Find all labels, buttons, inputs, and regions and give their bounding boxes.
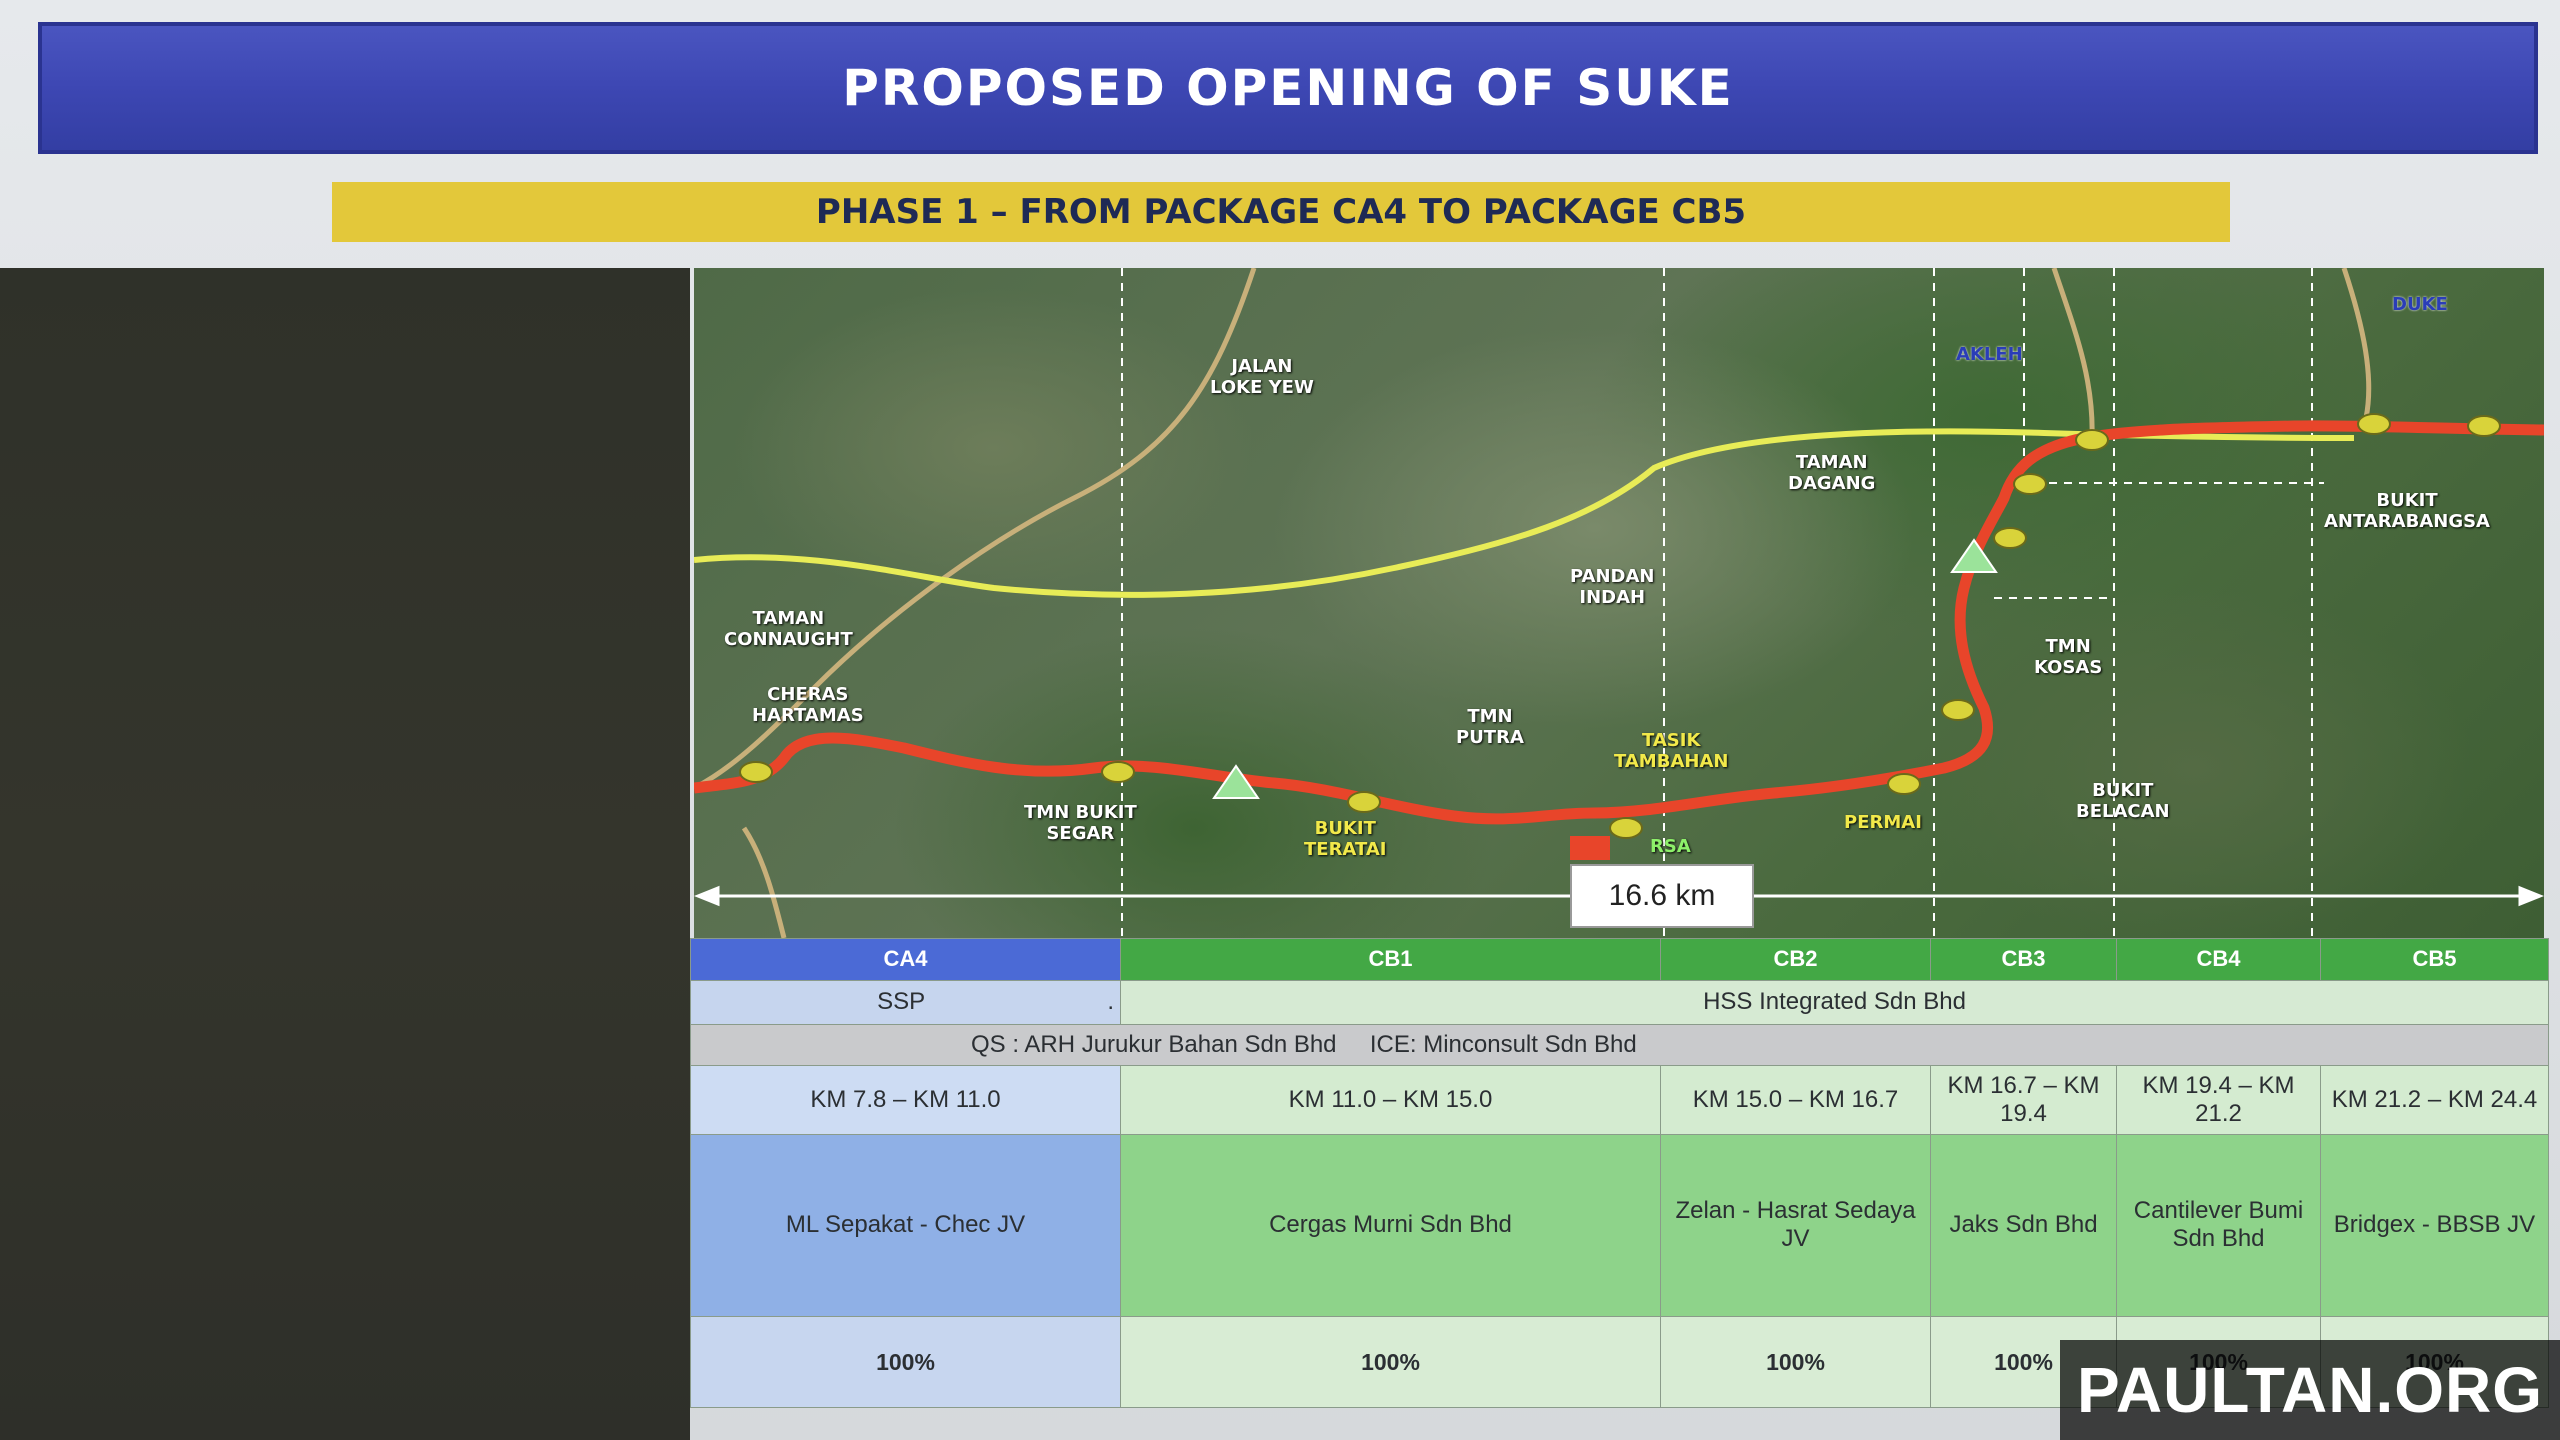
presentation-screen: PROPOSED OPENING OF SUKE PHASE 1 – FROM … xyxy=(0,0,2560,1440)
watermark: PAULTAN.ORG xyxy=(2060,1340,2560,1440)
header-row: CA4 CB1 CB2 CB3 CB4 CB5 xyxy=(690,938,2549,981)
boundary-line xyxy=(2023,268,2324,484)
road xyxy=(2341,268,2372,419)
interchange-marker xyxy=(2075,429,2109,451)
progress-cell: 100% xyxy=(1120,1316,1661,1408)
label-permai: PERMAI xyxy=(1844,812,1922,833)
left-dark-panel xyxy=(0,268,690,1440)
rsa-marker xyxy=(1570,836,1610,860)
label-bukit-teratai: BUKIT TERATAI xyxy=(1304,818,1387,860)
interchange-marker xyxy=(1993,527,2027,549)
contractor-cell: Cantilever Bumi Sdn Bhd xyxy=(2116,1133,2321,1318)
interchange-marker xyxy=(1101,761,1135,783)
qs-cell: QS : ARH Jurukur Bahan Sdn Bhd ICE: Minc… xyxy=(690,1023,2549,1067)
arrow-head-right xyxy=(2518,885,2544,907)
label-taman-connaught: TAMAN CONNAUGHT xyxy=(724,608,853,650)
km-cell: KM 16.7 – KM 19.4 xyxy=(1930,1065,2117,1135)
contractor-cell: Zelan - Hasrat Sedaya JV xyxy=(1660,1133,1931,1318)
slide-title: PROPOSED OPENING OF SUKE xyxy=(842,59,1734,117)
km-cell: KM 19.4 – KM 21.2 xyxy=(2116,1065,2321,1135)
contractor-row: ML Sepakat - Chec JV Cergas Murni Sdn Bh… xyxy=(690,1133,2549,1318)
interchange-marker xyxy=(1887,773,1921,795)
label-taman-dagang: TAMAN DAGANG xyxy=(1788,452,1876,494)
label-cheras-hartamas: CHERAS HARTAMAS xyxy=(752,684,864,726)
interchange-marker xyxy=(1609,817,1643,839)
existing-highway xyxy=(694,428,2355,598)
label-jalan-loke-yew: JALAN LOKE YEW xyxy=(1210,356,1314,398)
label-tmn-kosas: TMN KOSAS xyxy=(2034,636,2103,678)
label-tmn-bukit-segar: TMN BUKIT SEGAR xyxy=(1024,802,1137,844)
interchange-marker xyxy=(739,761,773,783)
interchange-marker xyxy=(2467,415,2501,437)
progress-cell: 100% xyxy=(1660,1316,1931,1408)
km-row: KM 7.8 – KM 11.0 KM 11.0 – KM 15.0 KM 15… xyxy=(690,1065,2549,1135)
label-duke: DUKE xyxy=(2392,294,2448,315)
km-cell: KM 7.8 – KM 11.0 xyxy=(690,1065,1121,1135)
arrow-head-left xyxy=(694,885,720,907)
road xyxy=(2051,268,2095,439)
label-tasik-tambahan: TASIK TAMBAHAN xyxy=(1614,730,1729,772)
label-rsa: RSA xyxy=(1650,836,1691,857)
toll-plaza-icon xyxy=(1950,538,1998,573)
owner-cell-cb: HSS Integrated Sdn Bhd xyxy=(1120,979,2549,1025)
interchange-marker xyxy=(1941,699,1975,721)
route-map: JALAN LOKE YEW AKLEH DUKE TAMAN DAGANG B… xyxy=(694,268,2544,938)
header-cell: CA4 xyxy=(690,938,1121,981)
label-pandan-indah: PANDAN INDAH xyxy=(1570,566,1655,608)
title-banner: PROPOSED OPENING OF SUKE xyxy=(38,22,2538,154)
distance-label: 16.6 km xyxy=(1570,864,1754,928)
km-cell: KM 21.2 – KM 24.4 xyxy=(2320,1065,2549,1135)
header-cell: CB4 xyxy=(2116,938,2321,981)
interchange-marker xyxy=(1347,791,1381,813)
owner-row: SSP . HSS Integrated Sdn Bhd xyxy=(690,979,2549,1025)
km-cell: KM 15.0 – KM 16.7 xyxy=(1660,1065,1931,1135)
label-tmn-putra: TMN PUTRA xyxy=(1456,706,1524,748)
header-cell: CB3 xyxy=(1930,938,2117,981)
contractor-cell: Cergas Murni Sdn Bhd xyxy=(1120,1133,1661,1318)
qs-row: QS : ARH Jurukur Bahan Sdn Bhd ICE: Minc… xyxy=(690,1023,2549,1067)
label-bukit-belacan: BUKIT BELACAN xyxy=(2076,780,2170,822)
contractor-cell: ML Sepakat - Chec JV xyxy=(690,1133,1121,1318)
progress-cell: 100% xyxy=(690,1316,1121,1408)
owner-cell-ca4: SSP . xyxy=(690,979,1121,1025)
interchange-marker xyxy=(2357,413,2391,435)
interchange-marker xyxy=(2013,473,2047,495)
contractor-cell: Bridgex - BBSB JV xyxy=(2320,1133,2549,1318)
km-cell: KM 11.0 – KM 15.0 xyxy=(1120,1065,1661,1135)
header-cell: CB5 xyxy=(2320,938,2549,981)
package-table: CA4 CB1 CB2 CB3 CB4 CB5 SSP . HSS Integr… xyxy=(690,938,2549,1408)
phase-banner: PHASE 1 – FROM PACKAGE CA4 TO PACKAGE CB… xyxy=(332,182,2230,242)
header-cell: CB1 xyxy=(1120,938,1661,981)
label-akleh: AKLEH xyxy=(1956,344,2023,365)
local-roads xyxy=(694,268,2372,938)
label-bukit-antarabangsa: BUKIT ANTARABANGSA xyxy=(2324,490,2490,532)
road xyxy=(741,826,787,938)
contractor-cell: Jaks Sdn Bhd xyxy=(1930,1133,2117,1318)
header-cell: CB2 xyxy=(1660,938,1931,981)
interchanges xyxy=(739,413,2501,839)
phase-title: PHASE 1 – FROM PACKAGE CA4 TO PACKAGE CB… xyxy=(815,192,1747,232)
